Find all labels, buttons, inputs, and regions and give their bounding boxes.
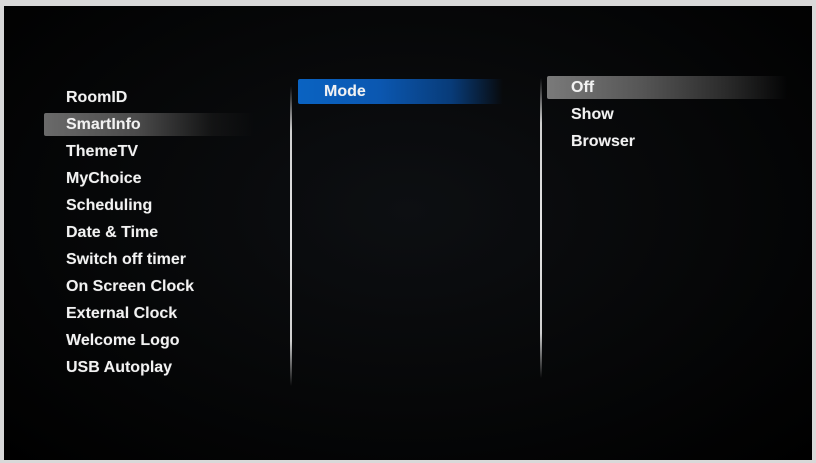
tv-frame: RoomID SmartInfo ThemeTV MyChoice Schedu… [4, 6, 812, 460]
column-divider [540, 78, 542, 378]
menu-item-welcome-logo[interactable]: Welcome Logo [44, 327, 284, 354]
main-menu-column: RoomID SmartInfo ThemeTV MyChoice Schedu… [44, 84, 284, 381]
tv-screen: RoomID SmartInfo ThemeTV MyChoice Schedu… [4, 6, 812, 460]
column-divider [290, 86, 292, 386]
menu-item-on-screen-clock[interactable]: On Screen Clock [44, 273, 284, 300]
option-off[interactable]: Off [547, 74, 807, 101]
menu-item-themetv[interactable]: ThemeTV [44, 138, 284, 165]
menu-item-external-clock[interactable]: External Clock [44, 300, 284, 327]
menu-item-scheduling[interactable]: Scheduling [44, 192, 284, 219]
option-browser[interactable]: Browser [547, 128, 807, 155]
menu-item-smartinfo[interactable]: SmartInfo [44, 111, 284, 138]
menu-item-roomid[interactable]: RoomID [44, 84, 284, 111]
menu-item-mychoice[interactable]: MyChoice [44, 165, 284, 192]
menu-item-date-time[interactable]: Date & Time [44, 219, 284, 246]
options-column: Off Show Browser [547, 74, 807, 155]
submenu-item-mode[interactable]: Mode [298, 78, 543, 105]
option-show[interactable]: Show [547, 101, 807, 128]
menu-item-switch-off-timer[interactable]: Switch off timer [44, 246, 284, 273]
menu-item-usb-autoplay[interactable]: USB Autoplay [44, 354, 284, 381]
submenu-column: Mode [298, 78, 543, 105]
